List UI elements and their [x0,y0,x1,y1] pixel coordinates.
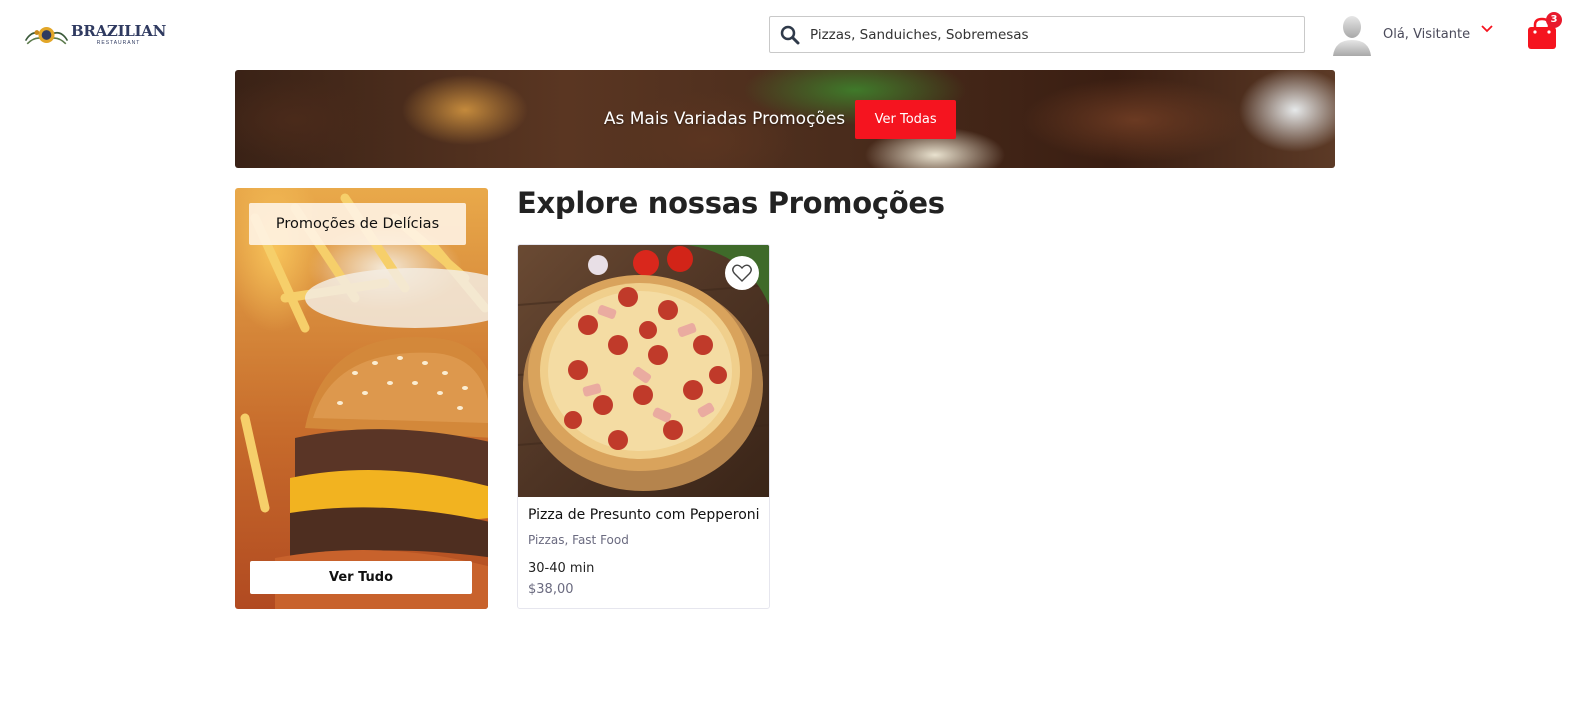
burger-fries-image [240,193,488,609]
heart-icon[interactable] [732,264,752,282]
top-header: BRAZILIAN RESTAURANT Olá, Visitante [0,0,1582,70]
product-delivery-time: 30-40 min [528,561,595,576]
promo-banner: As Mais Variadas Promoções Ver Todas [235,70,1335,168]
product-categories: Pizzas, Fast Food [528,533,629,547]
product-name[interactable]: Pizza de Presunto com Pepperoni [528,507,760,523]
product-price: $38,00 [528,582,574,597]
search-bar[interactable] [769,16,1305,53]
promo-card[interactable]: Promoções de Delícias Ver Tudo [235,188,488,609]
promo-card-label: Promoções de Delícias [249,203,466,245]
cart-count-badge: 3 [1546,12,1562,28]
see-all-button[interactable]: Ver Todas [855,99,957,139]
section-title: Explore nossas Promoções [517,186,945,220]
product-card[interactable]: Pizza de Presunto com Pepperoni Pizzas, … [517,244,770,609]
brand-logo[interactable]: BRAZILIAN RESTAURANT [24,18,166,52]
avatar[interactable] [1330,12,1374,56]
see-all-promo-button[interactable]: Ver Tudo [250,561,472,594]
cart-button[interactable]: 3 [1524,12,1562,52]
favorite-button[interactable] [725,256,759,290]
logo-subtitle: RESTAURANT [96,40,141,46]
search-input[interactable] [810,26,1290,43]
logo-name: BRAZILIAN [71,22,166,40]
product-image[interactable] [518,245,769,497]
user-greeting[interactable]: Olá, Visitante [1383,27,1470,42]
search-icon[interactable] [780,25,800,45]
chevron-down-icon[interactable] [1480,22,1494,36]
logo-emblem-icon [24,26,69,45]
banner-title: As Mais Variadas Promoções [603,109,846,129]
user-menu[interactable]: Olá, Visitante [1330,12,1494,56]
